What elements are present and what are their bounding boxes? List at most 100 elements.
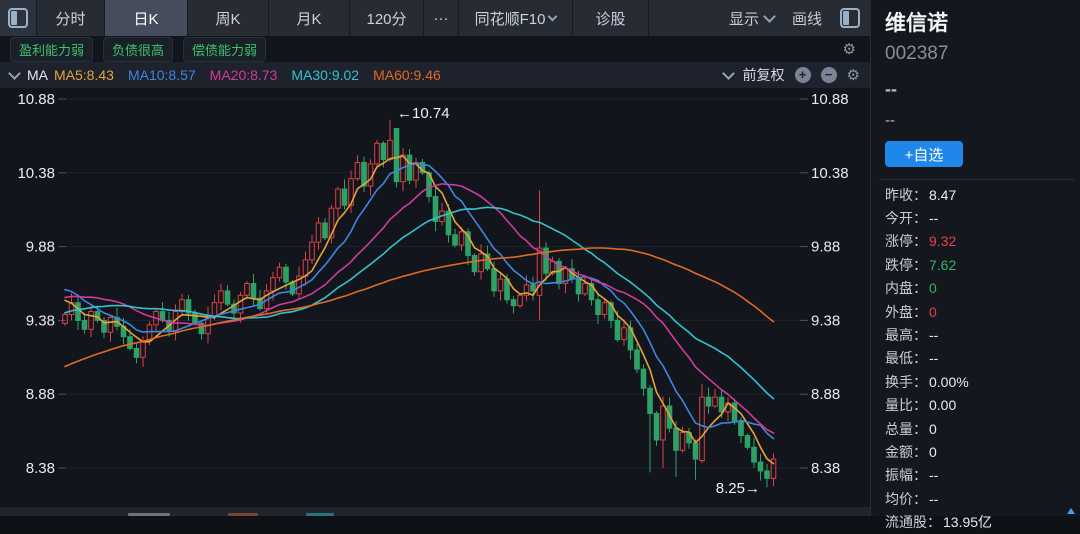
ma-title: MA <box>27 67 48 83</box>
field-value: 8.47 <box>929 187 956 203</box>
field-label: 均价： <box>885 489 927 509</box>
field-value: -- <box>929 491 938 507</box>
field-value: 0 <box>929 280 937 296</box>
tab-monthly-k[interactable]: 月K <box>269 0 350 36</box>
tag-weak-profitability[interactable]: 盈利能力弱 <box>10 37 93 62</box>
ma30-value: MA30:9.02 <box>291 67 359 83</box>
zoom-in-icon[interactable]: + <box>795 67 811 83</box>
field-value: 0 <box>929 304 937 320</box>
zoom-out-icon[interactable]: − <box>821 67 837 83</box>
field-value: 0 <box>929 421 937 437</box>
field-label: 最高： <box>885 325 927 345</box>
svg-text:←10.74: ←10.74 <box>397 105 450 122</box>
field-value: -- <box>929 327 938 343</box>
quote-row: 外盘：0 <box>885 300 1080 323</box>
candlestick-chart[interactable]: 10.8810.8810.3810.389.889.889.389.388.88… <box>0 88 870 507</box>
tab-label: 120分 <box>366 8 406 29</box>
tab-label: 同花顺F10 <box>475 8 546 29</box>
field-value: 7.62 <box>929 257 956 273</box>
quote-row: 总量：0 <box>885 417 1080 440</box>
ma60-value: MA60:9.46 <box>373 67 441 83</box>
field-label: 内盘： <box>885 278 927 298</box>
field-label: 涨停： <box>885 231 927 251</box>
quote-row: 金额：0 <box>885 440 1080 463</box>
ellipsis-icon: ··· <box>434 10 449 27</box>
svg-text:9.38: 9.38 <box>26 312 55 329</box>
field-value: 0 <box>929 444 937 460</box>
top-toolbar: 分时 日K 周K 月K 120分 ··· 同花顺F10 诊股 显示 画线 <box>0 0 870 36</box>
tab-label: 分时 <box>55 8 85 29</box>
stock-name: 维信诺 <box>871 0 1080 37</box>
more-periods-button[interactable]: ··· <box>424 0 459 36</box>
collapse-right-panel-button[interactable] <box>840 8 860 28</box>
svg-text:8.38: 8.38 <box>26 460 55 477</box>
field-label: 量比： <box>885 395 927 415</box>
tab-daily-k[interactable]: 日K <box>105 0 188 36</box>
field-label: 昨收： <box>885 185 927 205</box>
collapse-left-panel-button[interactable] <box>0 0 37 36</box>
scroll-indicator-icon[interactable] <box>1067 508 1075 514</box>
ma-bar-right-controls: 前复权 + − ⚙ <box>724 65 860 85</box>
tab-120min[interactable]: 120分 <box>350 0 424 36</box>
tab-ths-f10[interactable]: 同花顺F10 <box>459 0 573 36</box>
draw-line-label: 画线 <box>792 8 822 29</box>
field-value: 0.00 <box>929 397 956 413</box>
tag-weak-solvency[interactable]: 偿债能力弱 <box>183 37 266 62</box>
quote-row: 振幅：-- <box>885 464 1080 487</box>
quote-row: 流通股：13.95亿 <box>885 510 1080 533</box>
field-value: 0.00% <box>929 374 969 390</box>
tab-label: 周K <box>215 8 240 29</box>
tab-minute-chart[interactable]: 分时 <box>37 0 105 36</box>
field-label: 跌停： <box>885 255 927 275</box>
tab-weekly-k[interactable]: 周K <box>188 0 269 36</box>
tab-diagnose-stock[interactable]: 诊股 <box>573 0 649 36</box>
quote-row: 涨停：9.32 <box>885 230 1080 253</box>
gear-icon[interactable]: ⚙ <box>843 40 856 58</box>
field-value: 9.32 <box>929 233 956 249</box>
tab-label: 诊股 <box>595 8 625 29</box>
field-value: -- <box>929 350 938 366</box>
svg-text:10.88: 10.88 <box>811 91 849 108</box>
gear-icon[interactable]: ⚙ <box>847 66 860 84</box>
display-label: 显示 <box>729 8 759 29</box>
add-watchlist-button[interactable]: +自选 <box>885 141 963 167</box>
quote-row: 最低：-- <box>885 347 1080 370</box>
quote-row: 量比：0.00 <box>885 394 1080 417</box>
chevron-down-icon <box>548 11 558 21</box>
ma20-value: MA20:8.73 <box>210 67 278 83</box>
quote-row: 今开：-- <box>885 206 1080 229</box>
adjust-mode-label[interactable]: 前复权 <box>743 65 785 85</box>
quote-panel: 维信诺 002387 -- -- +自选 昨收：8.47 今开：-- 涨停：9.… <box>870 0 1080 516</box>
field-label: 金额： <box>885 442 927 462</box>
field-label: 流通股： <box>885 512 941 532</box>
display-options-dropdown[interactable]: 显示 <box>729 8 774 29</box>
k-chart-svg[interactable]: 10.8810.8810.3810.389.889.889.389.388.88… <box>0 88 870 507</box>
svg-text:8.38: 8.38 <box>811 460 840 477</box>
chevron-down-icon[interactable] <box>722 67 735 80</box>
stock-code: 002387 <box>871 37 1080 65</box>
toolbar-right-controls: 显示 画线 <box>729 0 870 36</box>
field-label: 振幅： <box>885 465 927 485</box>
svg-text:9.88: 9.88 <box>811 239 840 256</box>
svg-text:9.88: 9.88 <box>26 239 55 256</box>
svg-text:8.88: 8.88 <box>26 386 55 403</box>
toolbar-spacer <box>649 0 729 36</box>
ma-indicator-bar: MA MA5:8.43 MA10:8.57 MA20:8.73 MA30:9.0… <box>0 62 870 88</box>
field-value: -- <box>929 210 938 226</box>
quote-row: 昨收：8.47 <box>885 183 1080 206</box>
chevron-down-icon[interactable] <box>8 67 21 80</box>
svg-text:9.38: 9.38 <box>811 312 840 329</box>
ma10-value: MA10:8.57 <box>128 67 196 83</box>
svg-text:10.38: 10.38 <box>811 165 849 182</box>
field-label: 换手： <box>885 372 927 392</box>
field-label: 外盘： <box>885 302 927 322</box>
field-label: 最低： <box>885 348 927 368</box>
draw-line-button[interactable]: 画线 <box>792 8 822 29</box>
svg-text:8.88: 8.88 <box>811 386 840 403</box>
price-change: -- <box>871 100 1080 129</box>
quote-row: 跌停：7.62 <box>885 253 1080 276</box>
volume-pane-clipped <box>0 507 870 516</box>
quote-row: 内盘：0 <box>885 277 1080 300</box>
current-price: -- <box>871 65 1080 100</box>
tag-high-debt[interactable]: 负债很高 <box>103 37 173 62</box>
